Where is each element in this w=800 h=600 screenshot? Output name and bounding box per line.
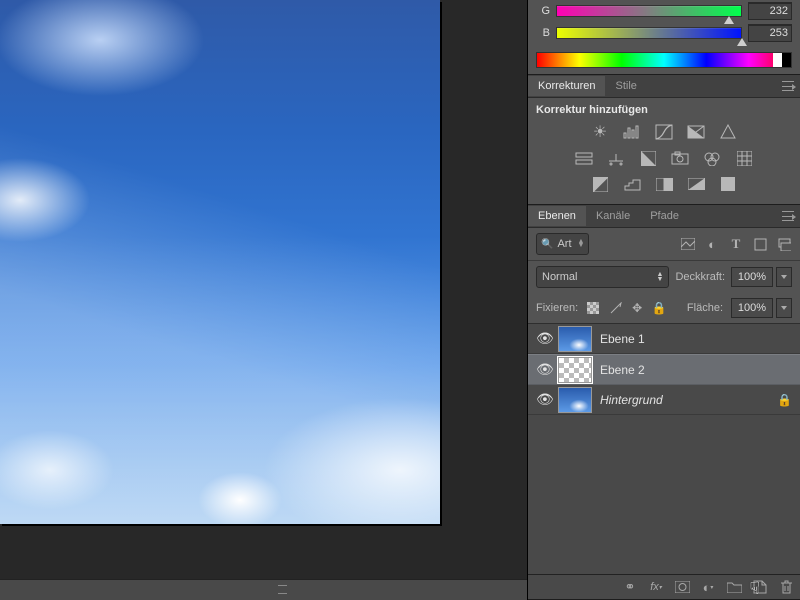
adj-photo-filter-icon[interactable] <box>669 148 691 168</box>
layer-name[interactable]: Hintergrund <box>600 393 769 407</box>
layer-name[interactable]: Ebene 2 <box>600 363 792 377</box>
stepper-icon: ▲▼ <box>578 240 585 248</box>
fill-label: Fläche: <box>687 302 723 314</box>
color-track-b[interactable] <box>556 27 742 39</box>
layer-thumbnail[interactable] <box>558 357 592 383</box>
adjustments-panel: Korrekturen Stile Korrektur hinzufügen ☀ <box>528 75 800 205</box>
new-adjustment-layer-icon[interactable]: ◐▾ <box>700 579 716 595</box>
adj-invert-icon[interactable] <box>589 174 611 194</box>
tab-kanaele[interactable]: Kanäle <box>586 206 640 226</box>
opacity-label: Deckkraft: <box>675 271 725 283</box>
color-thumb-b[interactable] <box>737 38 747 46</box>
lock-image-icon[interactable] <box>608 301 622 315</box>
fill-flyout[interactable] <box>776 298 792 318</box>
blend-mode-select[interactable]: Normal ▲▼ <box>536 266 669 288</box>
adjustments-panel-menu[interactable] <box>782 81 794 91</box>
lock-all-icon[interactable]: 🔒 <box>652 301 666 315</box>
layer-filter-select[interactable]: 🔍 Art ▲▼ <box>536 233 589 255</box>
cursor-icon: ☟ <box>750 579 760 599</box>
lock-position-icon[interactable]: ✥ <box>630 301 644 315</box>
color-label-g: G <box>536 5 550 17</box>
adj-brightness-icon[interactable]: ☀ <box>589 122 611 142</box>
layer-row[interactable]: 👁 Ebene 2 <box>528 354 800 385</box>
adjustments-hint: Korrektur hinzufügen <box>536 104 792 116</box>
status-bar <box>0 579 527 600</box>
filter-shape-icon[interactable] <box>752 236 768 252</box>
opacity-flyout[interactable] <box>776 267 792 287</box>
visibility-toggle[interactable]: 👁 <box>536 330 550 347</box>
color-value-g[interactable]: 232 <box>748 2 792 20</box>
color-thumb-g[interactable] <box>724 16 734 24</box>
layers-panel: Ebenen Kanäle Pfade 🔍 Art ▲▼ ◐ T <box>528 205 800 600</box>
color-label-b: B <box>536 27 550 39</box>
layer-filter-label: Art <box>557 238 571 250</box>
add-mask-icon[interactable] <box>674 579 690 595</box>
tab-korrekturen[interactable]: Korrekturen <box>528 76 605 96</box>
lock-transparency-icon[interactable] <box>586 301 600 315</box>
lock-icon: 🔒 <box>777 393 792 407</box>
fill-value[interactable]: 100% <box>731 298 773 318</box>
adj-gradient-map-icon[interactable] <box>685 174 707 194</box>
adj-hue-icon[interactable] <box>573 148 595 168</box>
layer-thumbnail[interactable] <box>558 387 592 413</box>
right-panel-stack: G 232 B 253 Korrekturen Stile <box>527 0 800 600</box>
layers-panel-menu[interactable] <box>782 211 794 221</box>
tab-stile[interactable]: Stile <box>605 76 646 96</box>
layer-row[interactable]: 👁 Hintergrund 🔒 <box>528 385 800 415</box>
adj-color-balance-icon[interactable] <box>605 148 627 168</box>
magnifier-icon: 🔍 <box>541 239 553 250</box>
visibility-toggle[interactable]: 👁 <box>536 361 550 378</box>
canvas-area <box>0 0 527 600</box>
delete-layer-icon[interactable] <box>778 579 794 595</box>
adj-channel-mixer-icon[interactable] <box>701 148 723 168</box>
color-slider-g: G 232 <box>536 0 792 22</box>
adj-exposure-icon[interactable] <box>685 122 707 142</box>
adj-vibrance-icon[interactable] <box>717 122 739 142</box>
layer-row[interactable]: 👁 Ebene 1 <box>528 324 800 354</box>
document-canvas[interactable] <box>0 0 440 524</box>
adj-levels-icon[interactable] <box>621 122 643 142</box>
adjustments-tabstrip: Korrekturen Stile <box>528 75 800 98</box>
fx-icon[interactable]: fx▾ <box>648 579 664 595</box>
adj-bw-icon[interactable] <box>637 148 659 168</box>
blend-mode-label: Normal <box>542 271 577 283</box>
layers-tabstrip: Ebenen Kanäle Pfade <box>528 205 800 228</box>
adj-selective-color-icon[interactable] <box>717 174 739 194</box>
filter-smart-icon[interactable] <box>776 236 792 252</box>
layer-thumbnail[interactable] <box>558 326 592 352</box>
color-track-g[interactable] <box>556 5 742 17</box>
layer-list: 👁 Ebene 1 👁 Ebene 2 👁 Hintergrund 🔒 <box>528 324 800 574</box>
color-value-b[interactable]: 253 <box>748 24 792 42</box>
adj-threshold-icon[interactable] <box>653 174 675 194</box>
adj-curves-icon[interactable] <box>653 122 675 142</box>
opacity-value[interactable]: 100% <box>731 267 773 287</box>
filter-adjustment-icon[interactable]: ◐ <box>704 236 720 252</box>
dropdown-arrow-icon: ▲▼ <box>657 272 664 282</box>
color-slider-b: B 253 <box>536 22 792 44</box>
color-spectrum[interactable] <box>536 52 792 68</box>
adj-lookup-icon[interactable] <box>733 148 755 168</box>
adj-posterize-icon[interactable] <box>621 174 643 194</box>
tab-ebenen[interactable]: Ebenen <box>528 206 586 226</box>
tab-pfade[interactable]: Pfade <box>640 206 689 226</box>
filter-pixel-icon[interactable] <box>680 236 696 252</box>
panel-collapse-toggle[interactable] <box>278 585 287 594</box>
new-group-icon[interactable] <box>726 579 742 595</box>
visibility-toggle[interactable]: 👁 <box>536 391 550 408</box>
link-layers-icon[interactable]: ⚭ <box>622 579 638 595</box>
filter-type-icon[interactable]: T <box>728 236 744 252</box>
layer-name[interactable]: Ebene 1 <box>600 332 792 346</box>
lock-label: Fixieren: <box>536 302 578 314</box>
color-panel: G 232 B 253 <box>528 0 800 75</box>
